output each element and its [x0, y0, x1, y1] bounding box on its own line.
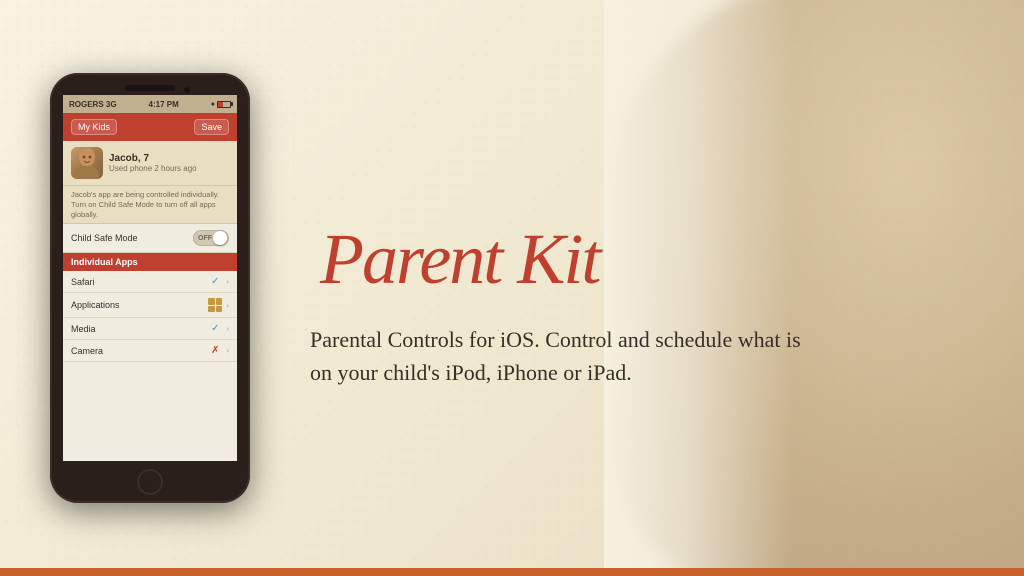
toggle-label: OFF: [198, 235, 212, 242]
save-button[interactable]: Save: [194, 119, 229, 135]
child-safe-mode-row: Child Safe Mode OFF: [63, 224, 237, 253]
battery-fill: [218, 102, 223, 107]
applications-chevron: ›: [226, 301, 229, 310]
app-row-safari[interactable]: Safari ✓ ›: [63, 271, 237, 293]
media-chevron: ›: [226, 324, 229, 333]
app-title-area: Parent Kit: [310, 208, 994, 303]
hero-content: Parent Kit Parental Controls for iOS. Co…: [310, 50, 994, 546]
safari-chevron: ›: [226, 277, 229, 286]
app-name-media: Media: [71, 324, 208, 334]
iphone-device: ROGERS 3G 4:17 PM ● My Kids Save: [50, 73, 250, 503]
profile-name: Jacob, 7: [109, 153, 197, 164]
app-name-applications: Applications: [71, 300, 208, 310]
app-title-text: Parent Kit: [319, 219, 603, 298]
time-text: 4:17 PM: [149, 100, 179, 109]
profile-info: Jacob, 7 Used phone 2 hours ago: [109, 153, 197, 173]
battery-icon: [217, 101, 231, 108]
phone-speaker: [125, 85, 175, 91]
csm-label: Child Safe Mode: [71, 233, 138, 243]
home-button[interactable]: [137, 469, 163, 495]
phone-camera: [184, 87, 190, 93]
bottom-accent-bar: [0, 568, 1024, 576]
safari-status-icon: ✓: [208, 276, 222, 287]
toggle-knob: [213, 231, 227, 245]
individual-apps-header: Individual Apps: [63, 253, 237, 271]
profile-subtitle: Used phone 2 hours ago: [109, 164, 197, 173]
app-row-applications[interactable]: Applications ›: [63, 293, 237, 318]
phone-mockup: ROGERS 3G 4:17 PM ● My Kids Save: [30, 30, 270, 546]
app-name-camera: Camera: [71, 346, 208, 356]
app-name-safari: Safari: [71, 277, 208, 287]
app-subtitle: Parental Controls for iOS. Control and s…: [310, 323, 810, 389]
carrier-text: ROGERS 3G: [69, 100, 117, 109]
media-status-icon: ✓: [208, 323, 222, 334]
signal-icon: ●: [211, 101, 215, 108]
status-bar: ROGERS 3G 4:17 PM ●: [63, 95, 237, 113]
nav-bar: My Kids Save: [63, 113, 237, 141]
applications-grid-icon: [208, 298, 222, 312]
battery-area: ●: [211, 101, 231, 108]
my-kids-button[interactable]: My Kids: [71, 119, 117, 135]
camera-status-icon: ✗: [208, 345, 222, 356]
app-row-camera[interactable]: Camera ✗ ›: [63, 340, 237, 362]
camera-chevron: ›: [226, 346, 229, 355]
avatar: [71, 147, 103, 179]
csm-toggle[interactable]: OFF: [193, 230, 229, 246]
notice-text: Jacob's app are being controlled individ…: [63, 186, 237, 224]
app-row-media[interactable]: Media ✓ ›: [63, 318, 237, 340]
profile-section: Jacob, 7 Used phone 2 hours ago: [63, 141, 237, 186]
phone-screen: ROGERS 3G 4:17 PM ● My Kids Save: [63, 95, 237, 461]
